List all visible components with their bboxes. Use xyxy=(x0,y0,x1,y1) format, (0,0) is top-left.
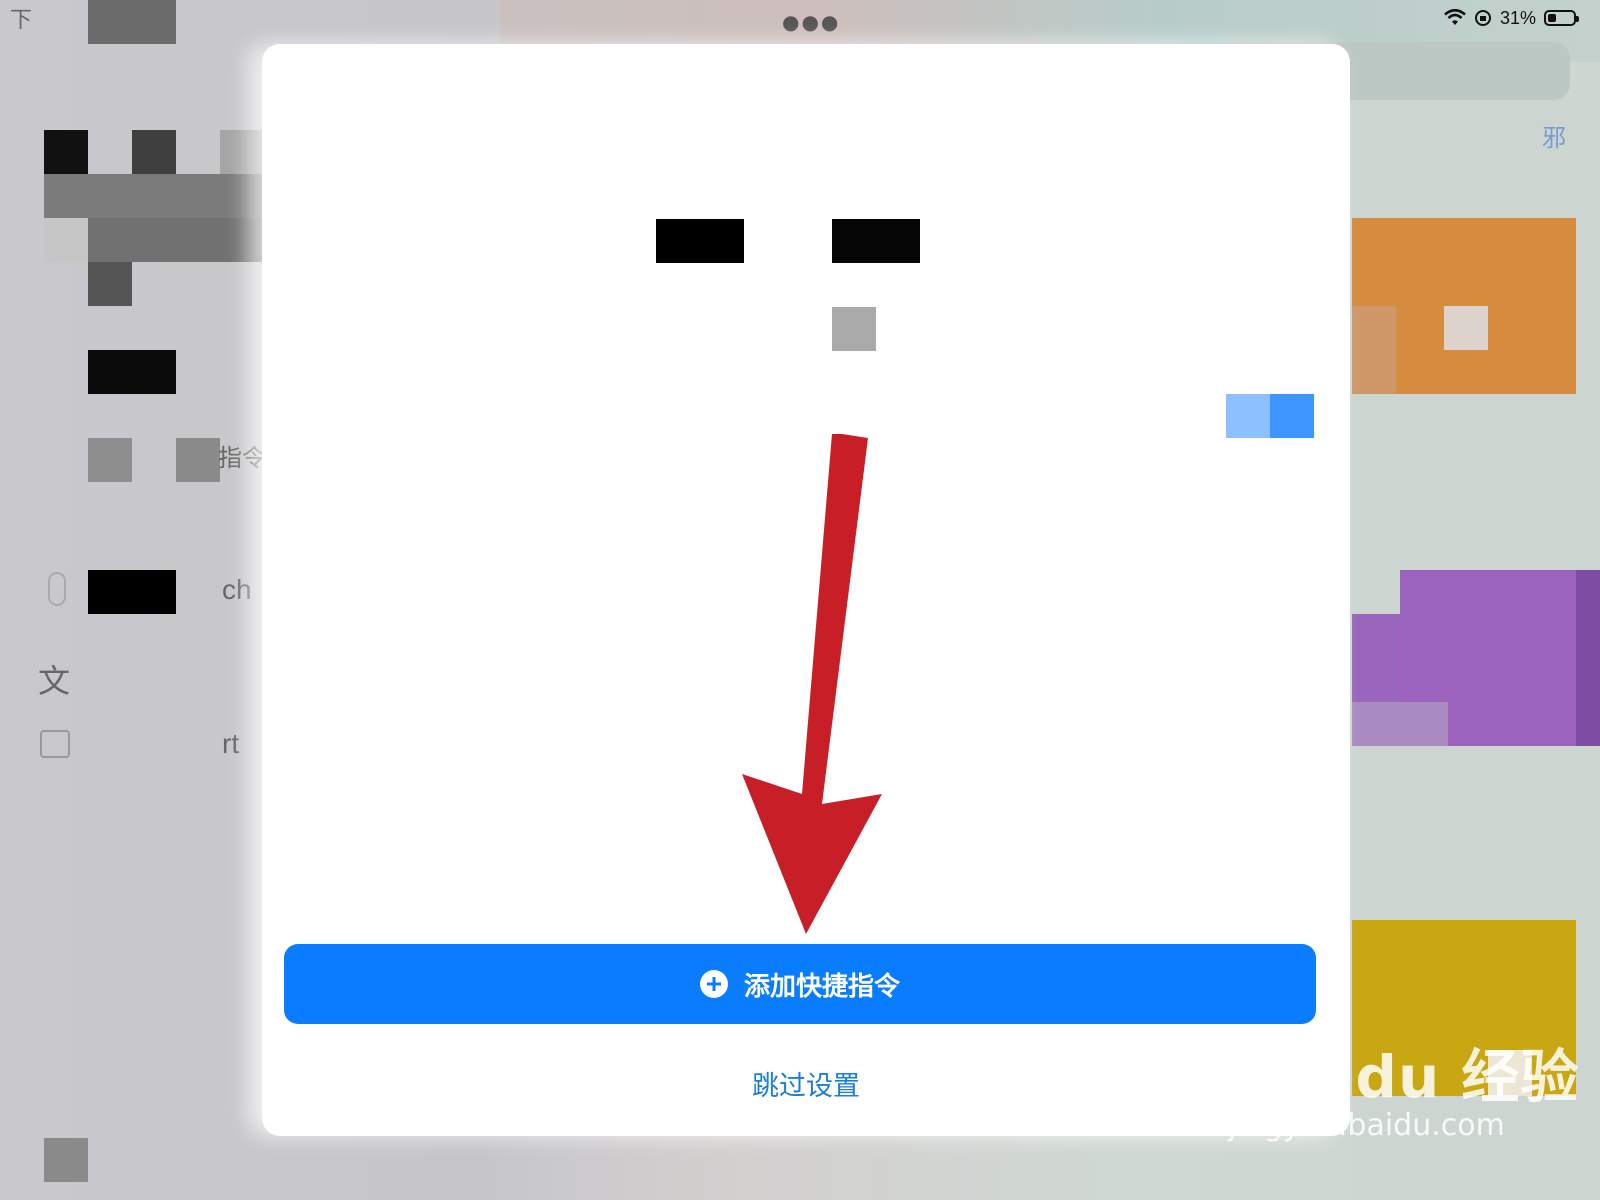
pixel-block xyxy=(1444,306,1488,350)
sidebar-item-label: 指令 xyxy=(218,445,266,472)
battery-percentage: 31% xyxy=(1499,7,1536,28)
sidebar-item-label: rt xyxy=(222,728,240,759)
pixel-block xyxy=(1270,394,1314,438)
sidebar-item-label: 下 xyxy=(10,7,33,32)
pixel-block xyxy=(1352,306,1396,394)
pixel-block xyxy=(44,174,264,218)
wifi-icon xyxy=(1444,9,1466,25)
pixel-block xyxy=(1226,394,1270,438)
add-shortcut-button[interactable]: 添加快捷指令 xyxy=(284,944,1316,1024)
red-arrow-annotation xyxy=(742,434,882,934)
pixel-block xyxy=(176,438,220,482)
pixel-block xyxy=(1576,570,1600,746)
watermark-brand: Bai du 经验 xyxy=(1228,1043,1580,1111)
orientation-lock-icon xyxy=(1474,10,1491,26)
plus-circle-icon xyxy=(699,970,728,998)
sidebar-item-label: 文 xyxy=(38,663,71,699)
watermark: Bai du 经验 jingyan.baidu.com xyxy=(1228,1030,1579,1143)
pixel-block xyxy=(656,219,744,263)
sidebar-icon xyxy=(48,572,66,606)
pixel-block xyxy=(88,0,176,44)
pixel-block xyxy=(88,438,132,482)
pixel-block xyxy=(88,570,176,614)
status-bar: 31% xyxy=(1444,6,1579,30)
pixel-block xyxy=(88,350,176,394)
sidebar-item-label: ch xyxy=(222,574,252,605)
pixel-block xyxy=(832,219,920,263)
skip-setup-link[interactable]: 跳过设置 xyxy=(262,1064,1350,1103)
pixel-block xyxy=(44,130,88,174)
battery-icon xyxy=(1544,10,1579,26)
add-shortcut-dialog: 添加快捷指令 跳过设置 xyxy=(262,44,1350,1136)
top-right-label: 邪 xyxy=(1542,125,1566,152)
folder-icon xyxy=(40,730,70,758)
add-shortcut-label: 添加快捷指令 xyxy=(743,970,900,1001)
pixel-block xyxy=(44,1138,88,1182)
pixel-block xyxy=(220,130,264,174)
pixel-block xyxy=(88,218,264,262)
pixel-block xyxy=(44,218,88,262)
pixel-block xyxy=(832,307,876,351)
pixel-block xyxy=(132,130,176,174)
multitasking-dots-icon[interactable]: ●●● xyxy=(782,10,840,34)
pixel-block xyxy=(1352,702,1448,746)
pixel-block xyxy=(88,262,132,306)
